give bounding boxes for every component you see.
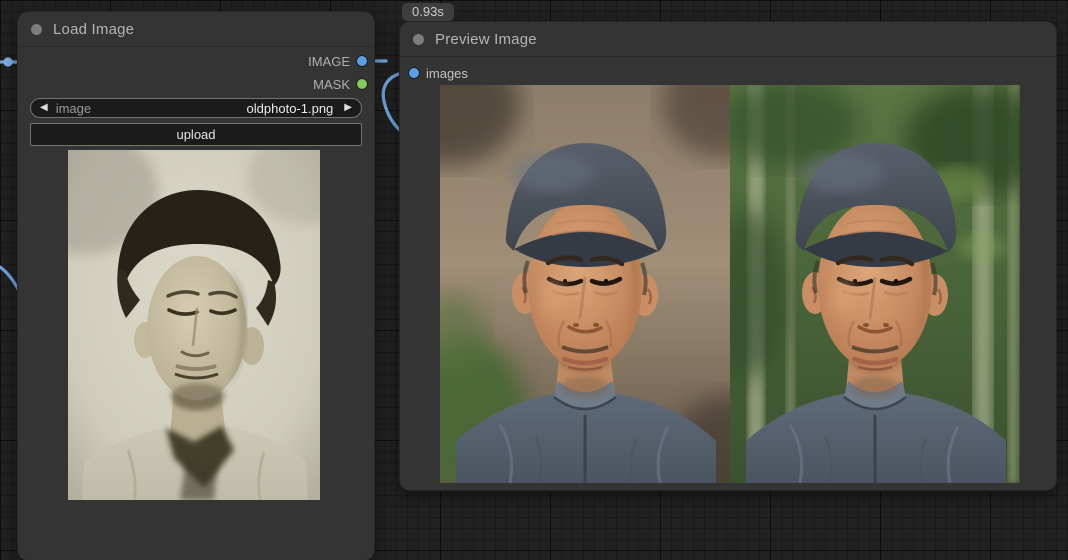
input-slot-images-label: images xyxy=(426,66,468,81)
preview-photo-right xyxy=(730,85,1020,483)
combo-next-arrow-icon[interactable]: ▶ xyxy=(344,103,352,113)
link-left-curve xyxy=(0,267,19,291)
output-dot-image-icon[interactable] xyxy=(357,56,367,66)
image-combo-widget[interactable]: ◀ image oldphoto-1.png ▶ xyxy=(30,98,362,118)
upload-button[interactable]: upload xyxy=(30,123,362,146)
preview-photo-left xyxy=(440,85,730,483)
old-photo-illustration xyxy=(68,150,320,500)
collapse-dot-icon[interactable] xyxy=(31,24,42,35)
node-preview-image[interactable]: Preview Image images xyxy=(400,22,1056,490)
preview-images-area xyxy=(440,85,1020,483)
node-title: Load Image xyxy=(53,21,134,38)
loaded-image-preview xyxy=(68,150,320,500)
input-slot-images: images xyxy=(409,64,468,82)
execution-time-badge: 0.93s xyxy=(402,3,454,21)
input-dot-images-icon[interactable] xyxy=(409,68,419,78)
output-slot-image-label: IMAGE xyxy=(308,54,350,69)
link-endpoint-dot xyxy=(3,57,12,66)
combo-widget-value: oldphoto-1.png xyxy=(247,101,334,116)
node-title: Preview Image xyxy=(435,31,537,48)
collapse-dot-icon[interactable] xyxy=(413,34,424,45)
combo-prev-arrow-icon[interactable]: ◀ xyxy=(40,103,48,113)
preview-image-node-header: Preview Image xyxy=(400,22,1056,57)
output-slot-mask-label: MASK xyxy=(313,77,350,92)
output-dot-mask-icon[interactable] xyxy=(357,79,367,89)
combo-widget-name: image xyxy=(56,101,91,116)
output-slot-image: IMAGE xyxy=(308,52,367,70)
graph-canvas[interactable]: { "canvas": { "background_color": "#2121… xyxy=(0,0,1068,500)
load-image-node-header: Load Image xyxy=(18,12,374,47)
node-load-image[interactable]: Load Image IMAGE MASK ◀ image oldphoto-1… xyxy=(18,12,374,560)
output-slot-mask: MASK xyxy=(313,75,367,93)
